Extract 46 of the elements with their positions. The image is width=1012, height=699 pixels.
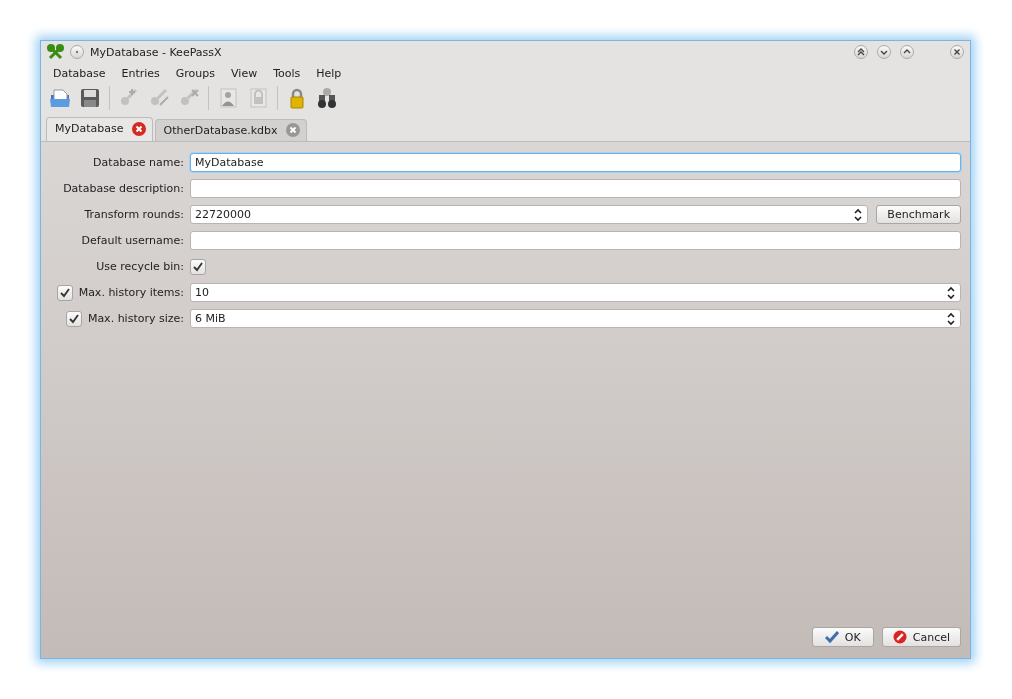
field-label: Default username: (81, 234, 184, 247)
menu-item[interactable]: Entries (113, 66, 168, 80)
menu-item[interactable]: View (223, 66, 266, 80)
keep-above-button[interactable] (854, 45, 868, 59)
text-field[interactable] (190, 231, 961, 250)
spin-box[interactable]: 6 MiB (190, 309, 961, 328)
text-field[interactable] (190, 179, 961, 198)
close-button[interactable] (950, 45, 964, 59)
field-label: Transform rounds: (84, 208, 184, 221)
double-chevron-up-icon (855, 46, 867, 58)
menu-item[interactable]: Help (308, 66, 350, 80)
folder-icon[interactable] (49, 87, 71, 109)
spin-arrows-icon[interactable] (946, 285, 956, 300)
checkmark-icon (824, 630, 839, 644)
benchmark-button[interactable]: Benchmark (876, 205, 961, 224)
field-label: Use recycle bin: (96, 260, 184, 273)
app-logo-icon (47, 43, 64, 61)
field-label: Max. history size: (87, 312, 184, 325)
menu-item[interactable]: Groups (167, 66, 224, 80)
checkbox[interactable] (65, 310, 82, 327)
checkbox[interactable] (190, 258, 206, 275)
field-label: Database description: (63, 182, 184, 195)
minimize-button[interactable] (877, 45, 891, 59)
field-label: Max. history items: (78, 286, 184, 299)
ok-button[interactable]: OK (811, 627, 874, 647)
close-icon[interactable] (285, 123, 300, 137)
binoculars-icon[interactable] (316, 87, 338, 109)
tab-label: OtherDatabase.kdbx (163, 123, 278, 137)
text-field[interactable]: MyDatabase (190, 153, 961, 172)
spin-box[interactable]: 22720000 (190, 205, 869, 224)
tab[interactable]: MyDatabase (46, 117, 153, 141)
menu-item[interactable]: Tools (265, 66, 309, 80)
no-entry-icon (892, 630, 907, 644)
spin-arrows-icon[interactable] (853, 207, 864, 222)
close-icon[interactable] (131, 121, 146, 136)
spin-arrows-icon[interactable] (946, 311, 956, 326)
field-label: Database name: (93, 156, 184, 169)
maximize-button[interactable] (900, 45, 914, 59)
dot-icon (75, 50, 79, 54)
tab[interactable]: OtherDatabase.kdbx (154, 119, 307, 141)
spin-box[interactable]: 10 (190, 283, 961, 302)
menu-item[interactable]: Database (45, 66, 114, 80)
tab-label: MyDatabase (55, 122, 124, 135)
cancel-button[interactable]: Cancel (881, 627, 961, 647)
window-title: MyDatabase - KeePassX (90, 45, 223, 59)
checkbox[interactable] (56, 284, 73, 301)
